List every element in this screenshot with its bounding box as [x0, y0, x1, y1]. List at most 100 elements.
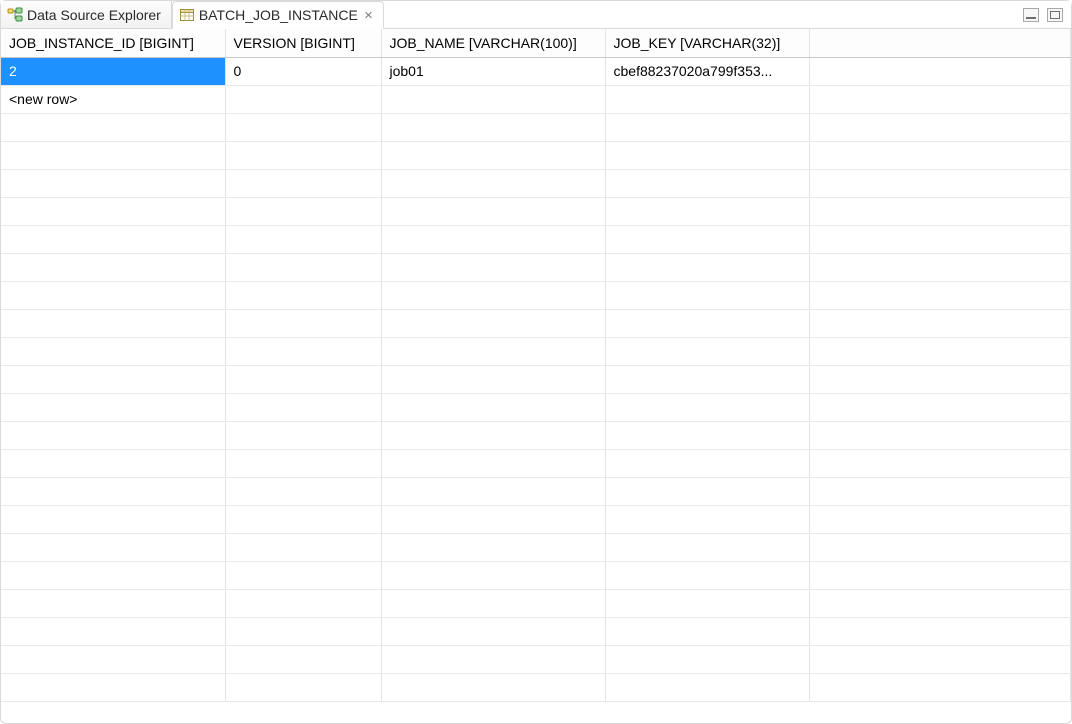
cell-empty[interactable] [381, 589, 605, 617]
cell-empty[interactable] [225, 645, 381, 673]
cell-empty[interactable] [381, 365, 605, 393]
table-row-empty[interactable] [1, 337, 1071, 365]
cell-empty[interactable] [225, 309, 381, 337]
cell-job-instance-id[interactable]: 2 [1, 57, 225, 85]
cell-empty[interactable] [605, 85, 809, 113]
cell-empty[interactable] [225, 365, 381, 393]
table-row-empty[interactable] [1, 309, 1071, 337]
table-row-empty[interactable] [1, 225, 1071, 253]
column-header-job-instance-id[interactable]: JOB_INSTANCE_ID [BIGINT] [1, 29, 225, 57]
cell-empty[interactable] [225, 141, 381, 169]
cell-empty[interactable] [1, 673, 225, 701]
cell-empty[interactable] [1, 197, 225, 225]
cell-empty[interactable] [605, 113, 809, 141]
cell-empty[interactable] [605, 561, 809, 589]
cell-empty[interactable] [225, 169, 381, 197]
table-row-empty[interactable] [1, 141, 1071, 169]
cell-empty[interactable] [605, 645, 809, 673]
table-row-empty[interactable] [1, 561, 1071, 589]
cell-empty[interactable] [605, 169, 809, 197]
cell-empty[interactable] [225, 449, 381, 477]
minimize-button[interactable] [1023, 8, 1039, 22]
cell-empty[interactable] [381, 645, 605, 673]
table-row-empty[interactable] [1, 589, 1071, 617]
table-row-empty[interactable] [1, 197, 1071, 225]
cell-empty[interactable] [381, 281, 605, 309]
cell-empty[interactable] [1, 477, 225, 505]
cell-empty[interactable] [605, 477, 809, 505]
cell-empty[interactable] [1, 141, 225, 169]
cell-empty[interactable] [381, 197, 605, 225]
cell-empty[interactable] [381, 141, 605, 169]
cell-empty[interactable] [605, 421, 809, 449]
new-row-label[interactable]: <new row> [1, 85, 225, 113]
table-row-empty[interactable] [1, 645, 1071, 673]
cell-empty[interactable] [381, 169, 605, 197]
cell-empty[interactable] [605, 673, 809, 701]
cell-empty[interactable] [1, 589, 225, 617]
cell-empty[interactable] [225, 617, 381, 645]
cell-empty[interactable] [381, 225, 605, 253]
cell-empty[interactable] [1, 365, 225, 393]
cell-empty[interactable] [381, 533, 605, 561]
cell-empty[interactable] [225, 505, 381, 533]
cell-empty[interactable] [381, 309, 605, 337]
table-row-empty[interactable] [1, 505, 1071, 533]
cell-empty[interactable] [225, 393, 381, 421]
cell-empty[interactable] [1, 253, 225, 281]
cell-empty[interactable] [381, 561, 605, 589]
cell-empty[interactable] [381, 85, 605, 113]
cell-empty[interactable] [381, 393, 605, 421]
cell-empty[interactable] [605, 617, 809, 645]
cell-empty[interactable] [605, 337, 809, 365]
table-row-empty[interactable] [1, 533, 1071, 561]
cell-empty[interactable] [1, 309, 225, 337]
cell-empty[interactable] [381, 253, 605, 281]
table-row-empty[interactable] [1, 281, 1071, 309]
cell-empty[interactable] [605, 253, 809, 281]
cell-empty[interactable] [1, 645, 225, 673]
tab-data-source-explorer[interactable]: Data Source Explorer [1, 1, 172, 29]
cell-empty[interactable] [1, 225, 225, 253]
cell-empty[interactable] [225, 589, 381, 617]
cell-empty[interactable] [1, 505, 225, 533]
cell-empty[interactable] [1, 337, 225, 365]
cell-empty[interactable] [225, 85, 381, 113]
tab-batch-job-instance[interactable]: BATCH_JOB_INSTANCE ✕ [172, 1, 384, 29]
cell-empty[interactable] [1, 113, 225, 141]
maximize-button[interactable] [1047, 8, 1063, 22]
cell-job-name[interactable]: job01 [381, 57, 605, 85]
cell-empty[interactable] [605, 393, 809, 421]
close-icon[interactable]: ✕ [364, 9, 373, 22]
table-row-empty[interactable] [1, 169, 1071, 197]
cell-empty[interactable] [1, 169, 225, 197]
cell-empty[interactable] [605, 141, 809, 169]
cell-empty[interactable] [381, 477, 605, 505]
cell-empty[interactable] [381, 337, 605, 365]
cell-empty[interactable] [381, 449, 605, 477]
result-table[interactable]: JOB_INSTANCE_ID [BIGINT] VERSION [BIGINT… [1, 29, 1071, 702]
table-row[interactable]: 2 0 job01 cbef88237020a799f353... [1, 57, 1071, 85]
cell-empty[interactable] [1, 421, 225, 449]
cell-empty[interactable] [1, 449, 225, 477]
cell-empty[interactable] [605, 309, 809, 337]
cell-empty[interactable] [605, 365, 809, 393]
cell-empty[interactable] [225, 421, 381, 449]
cell-empty[interactable] [225, 113, 381, 141]
column-header-job-key[interactable]: JOB_KEY [VARCHAR(32)] [605, 29, 809, 57]
cell-empty[interactable] [225, 197, 381, 225]
table-row-empty[interactable] [1, 449, 1071, 477]
cell-empty[interactable] [605, 449, 809, 477]
table-row-empty[interactable] [1, 253, 1071, 281]
table-new-row[interactable]: <new row> [1, 85, 1071, 113]
table-row-empty[interactable] [1, 673, 1071, 701]
table-row-empty[interactable] [1, 365, 1071, 393]
cell-empty[interactable] [225, 533, 381, 561]
cell-empty[interactable] [1, 617, 225, 645]
cell-empty[interactable] [605, 505, 809, 533]
cell-empty[interactable] [381, 113, 605, 141]
column-header-version[interactable]: VERSION [BIGINT] [225, 29, 381, 57]
cell-empty[interactable] [381, 673, 605, 701]
cell-empty[interactable] [225, 225, 381, 253]
cell-empty[interactable] [381, 505, 605, 533]
